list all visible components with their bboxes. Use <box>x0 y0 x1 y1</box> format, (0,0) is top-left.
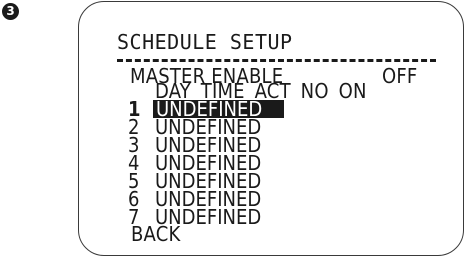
back-menu-item[interactable]: BACK <box>131 224 180 244</box>
master-enable-value[interactable]: OFF <box>382 66 417 86</box>
screen-title: SCHEDULE SETUP <box>117 30 293 54</box>
step-number-badge: 3 <box>2 3 19 20</box>
title-divider <box>117 59 436 62</box>
